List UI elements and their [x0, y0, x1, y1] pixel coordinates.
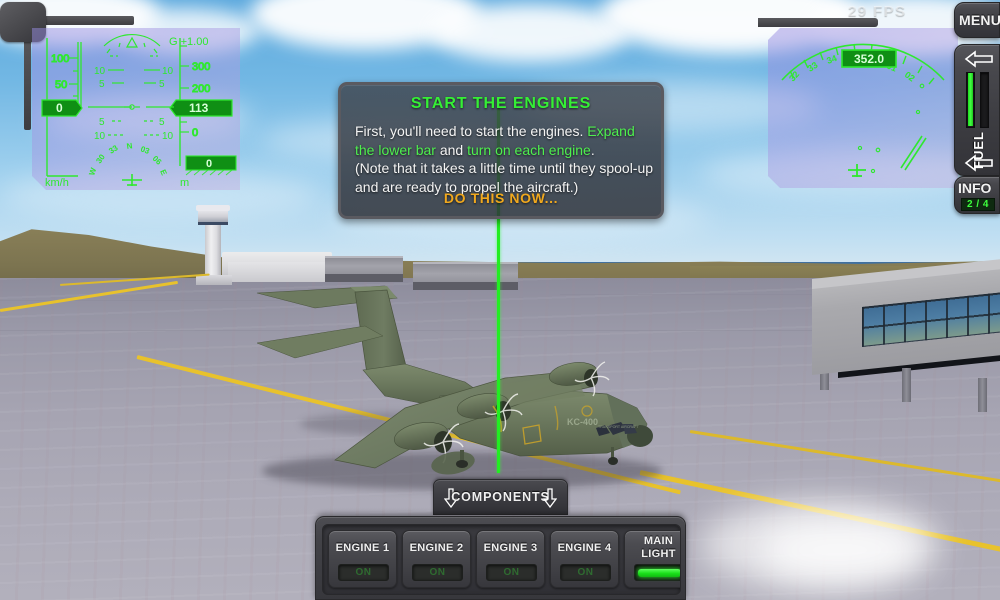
compass-33: 33	[107, 143, 120, 156]
info-page-badge: 2 / 4	[961, 198, 995, 211]
speed-tick-50: 50	[55, 79, 67, 91]
tutorial-line1-b: and	[435, 141, 468, 158]
collapse-left-arrow-icon	[964, 50, 993, 68]
aircraft-model: KC-400 TRANSPORT AIRCRAFT	[256, 285, 653, 475]
compass-n: N	[126, 141, 133, 151]
menu-button[interactable]: MENU	[954, 2, 1000, 38]
component-label: ENGINE 1	[335, 542, 390, 554]
arrow-down-icon-right	[543, 488, 557, 508]
compass-30: 30	[94, 152, 107, 165]
nav-symbology: 32 33 34 0 01 02 352.0	[781, 43, 945, 177]
component-indicator	[634, 564, 680, 581]
fuel-gauge-left-fill	[968, 73, 973, 126]
speed-unit: km/h	[45, 177, 69, 189]
radar-altitude-value: 0	[206, 158, 212, 170]
component-label: ENGINE 3	[483, 542, 538, 554]
pitch-label-10-dn: 10	[94, 131, 106, 142]
menu-button-label: MENU	[959, 12, 1000, 28]
alt-tick-300: 300	[192, 61, 210, 73]
components-bar: ENGINE 1 ON ENGINE 2 ON ENGINE 3 ON ENGI…	[315, 516, 686, 600]
compass-06: 06	[151, 154, 164, 167]
component-indicator: ON	[412, 564, 463, 581]
tutorial-highlight-2: turn on each engine	[467, 141, 591, 158]
info-button[interactable]: INFO 2 / 4	[954, 176, 1000, 214]
fuel-gauge-panel[interactable]: FUEL	[954, 44, 1000, 176]
tutorial-line1-a: First, you'll need to start the engines.	[355, 123, 588, 139]
heading-tick-32: 32	[787, 69, 801, 83]
tutorial-body: First, you'll need to start the engines.…	[355, 122, 655, 196]
altitude-value: 113	[189, 101, 209, 115]
compass-w: W	[87, 166, 98, 176]
pitch-label-5-up-r: 5	[159, 79, 165, 90]
heading-tick-02: 02	[903, 70, 917, 84]
aircraft-kc400: KC-400 TRANSPORT AIRCRAFT	[255, 278, 675, 493]
alt-tick-200: 200	[192, 83, 210, 95]
building-pillar	[978, 378, 987, 412]
control-tower-base	[196, 275, 232, 285]
components-bar-inner: ENGINE 1 ON ENGINE 2 ON ENGINE 3 ON ENGI…	[322, 524, 681, 595]
pitch-label-10-up-r: 10	[162, 66, 174, 77]
info-button-label: INFO	[958, 180, 992, 196]
speed-tick-100: 100	[51, 53, 69, 65]
tutorial-title: START THE ENGINES	[410, 95, 592, 112]
airspeed-value: 0	[56, 101, 63, 115]
g-load-value: G +1.00	[169, 36, 208, 48]
heading-tick-34: 34	[825, 53, 838, 66]
component-button-main-light[interactable]: MAIN LIGHT	[624, 530, 680, 588]
fuel-gauge-right-track	[980, 72, 989, 128]
engine-1	[431, 451, 475, 475]
tutorial-dialog: START THE ENGINES First, you'll need to …	[338, 82, 664, 219]
component-indicator: ON	[560, 564, 611, 581]
svg-text:KC-400: KC-400	[567, 417, 598, 427]
component-label: ENGINE 2	[409, 542, 464, 554]
tutorial-cta: DO THIS NOW...	[443, 190, 559, 206]
pitch-label-5-up: 5	[99, 79, 105, 90]
headlight-glow	[760, 520, 920, 580]
components-tab[interactable]: COMPONENTS	[433, 479, 568, 515]
component-button-engine-4[interactable]: ENGINE 4 ON	[550, 530, 619, 588]
pitch-label-5-dn-r: 5	[159, 117, 165, 128]
building-pillar	[902, 368, 911, 402]
compass-03: 03	[139, 144, 151, 156]
heading-value: 352.0	[854, 52, 884, 66]
component-label: MAIN LIGHT	[641, 535, 676, 560]
altitude-unit: m	[180, 177, 189, 189]
heading-tick-33: 33	[806, 60, 820, 74]
pitch-label-10-up: 10	[94, 66, 106, 77]
tutorial-line1-c: .	[590, 141, 595, 158]
component-indicator: ON	[486, 564, 537, 581]
control-tower-cab	[198, 210, 228, 225]
component-label: ENGINE 4	[557, 542, 612, 554]
control-tower-roof	[196, 205, 230, 211]
component-indicator: ON	[338, 564, 389, 581]
alt-tick-0: 0	[192, 127, 198, 139]
collapse-left-arrow-icon-2	[964, 154, 993, 172]
component-button-engine-3[interactable]: ENGINE 3 ON	[476, 530, 545, 588]
compass-e: E	[158, 168, 169, 177]
game-viewport: KC-400 TRANSPORT AIRCRAFT 100 50 0 km/h …	[0, 0, 1000, 600]
pfd-symbology: 100 50 0 km/h 300 200 0 113 0 m G +1.00 …	[41, 33, 237, 189]
fuel-gauge-left-track	[966, 72, 975, 128]
component-button-engine-2[interactable]: ENGINE 2 ON	[402, 530, 471, 588]
pitch-label-10-dn-r: 10	[162, 131, 174, 142]
component-button-engine-1[interactable]: ENGINE 1 ON	[328, 530, 397, 588]
svg-text:TRANSPORT AIRCRAFT: TRANSPORT AIRCRAFT	[598, 425, 640, 429]
pitch-label-5-dn: 5	[99, 117, 105, 128]
hud-mount-arm-right	[758, 18, 878, 27]
